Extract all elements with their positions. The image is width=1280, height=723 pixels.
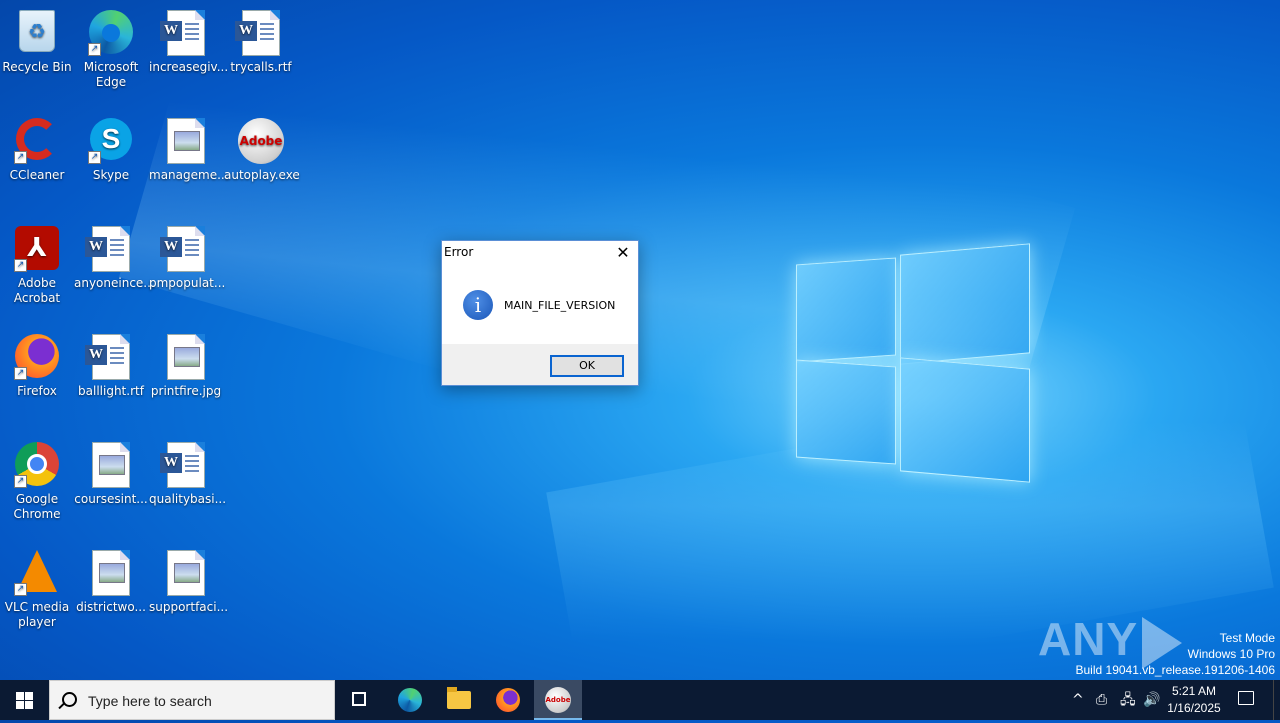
icon-label: manageme... <box>149 168 229 182</box>
ok-button[interactable]: OK <box>550 355 624 377</box>
icon-label: increasegiv... <box>149 60 229 74</box>
icon-label: Skype <box>92 168 130 182</box>
desktop-icon-autoplay[interactable]: Adobe autoplay.exe <box>224 114 300 183</box>
image-file-icon <box>167 550 205 596</box>
search-placeholder: Type here to search <box>88 693 212 709</box>
desktop-icon-file[interactable]: districtwo... <box>74 546 148 615</box>
desktop-icon-firefox[interactable]: ↗ Firefox <box>0 330 74 399</box>
icon-label: Google Chrome <box>13 492 61 521</box>
windows-icon <box>16 692 24 700</box>
icon-label: districtwo... <box>76 600 146 614</box>
dialog-message: MAIN_FILE_VERSION <box>504 299 616 312</box>
word-document-icon: W <box>235 10 280 56</box>
taskbar-adobe-autoplay[interactable]: Adobe <box>534 680 582 720</box>
icon-label: Adobe Acrobat <box>13 276 61 305</box>
adobe-icon: Adobe <box>238 118 284 164</box>
search-icon <box>62 692 77 707</box>
icon-label: qualitybasi... <box>149 492 227 506</box>
desktop-icon-file[interactable]: W anyoneince... <box>74 222 155 291</box>
icon-label: CCleaner <box>9 168 65 182</box>
build-line: Build 19041.vb_release.191206-1406 <box>1075 663 1276 677</box>
folder-icon <box>447 687 471 709</box>
desktop-icon-skype[interactable]: S ↗ Skype <box>74 114 148 183</box>
task-view-button[interactable] <box>336 680 384 720</box>
taskbar-edge[interactable] <box>386 680 434 720</box>
close-icon[interactable]: ✕ <box>608 241 638 265</box>
word-document-icon: W <box>85 226 130 272</box>
desktop-icon-file[interactable]: printfire.jpg <box>149 330 223 399</box>
desktop-icon-ccleaner[interactable]: ↗ CCleaner <box>0 114 74 183</box>
edition-line: Windows 10 Pro <box>1187 647 1275 661</box>
network-icon[interactable]: 🖧 <box>1120 692 1136 708</box>
desktop-icon-file[interactable]: W increasegiv... <box>149 6 229 75</box>
start-button[interactable] <box>0 680 48 720</box>
desktop-icon-file[interactable]: manageme... <box>149 114 229 183</box>
desktop-icon-file[interactable]: W qualitybasi... <box>149 438 227 507</box>
icon-label: supportfaci... <box>149 600 229 614</box>
icon-label: Microsoft Edge <box>83 60 139 89</box>
error-dialog: Error ✕ i MAIN_FILE_VERSION OK <box>441 240 639 386</box>
clock-time: 5:21 AM <box>1171 684 1217 698</box>
icon-label: printfire.jpg <box>150 384 222 398</box>
taskbar-firefox[interactable] <box>484 680 532 720</box>
image-file-icon <box>92 442 130 488</box>
notification-icon[interactable] <box>1238 691 1254 705</box>
clock[interactable]: 5:21 AM 1/16/2025 <box>1164 683 1224 717</box>
image-file-icon <box>167 118 205 164</box>
search-box[interactable]: Type here to search <box>49 680 335 720</box>
clock-date: 1/16/2025 <box>1167 701 1221 715</box>
test-mode-watermark: Test Mode Windows 10 Pro Build 19041.vb_… <box>1076 630 1276 678</box>
image-file-icon <box>167 334 205 380</box>
desktop-icon-file[interactable]: W trycalls.rtf <box>224 6 298 75</box>
desktop-icon-file[interactable]: W pmpopulat... <box>149 222 226 291</box>
desktop-icon-file[interactable]: supportfaci... <box>149 546 229 615</box>
word-document-icon: W <box>85 334 130 380</box>
windows-logo-wallpaper <box>796 243 1030 483</box>
task-view-icon <box>352 692 366 706</box>
taskbar: Type here to search Adobe ^ ⎙ 🖧 🔊 5:21 A… <box>0 680 1280 720</box>
dialog-footer: OK <box>442 344 638 385</box>
desktop-icon-vlc[interactable]: ↗ VLC media player <box>0 546 74 630</box>
taskbar-file-explorer[interactable] <box>435 680 483 720</box>
image-file-icon <box>92 550 130 596</box>
desktop-icon-file[interactable]: coursesint... <box>74 438 148 507</box>
icon-label: Firefox <box>17 384 57 398</box>
icon-label: anyoneince... <box>74 276 155 290</box>
word-document-icon: W <box>160 10 205 56</box>
edge-icon <box>398 688 422 712</box>
test-mode-line: Test Mode <box>1219 631 1275 645</box>
icon-label: trycalls.rtf <box>230 60 292 74</box>
desktop-icon-google-chrome[interactable]: ↗ Google Chrome <box>0 438 74 522</box>
dialog-title: Error <box>444 245 474 259</box>
desktop-icon-recycle-bin[interactable]: ♻ Recycle Bin <box>0 6 74 75</box>
word-document-icon: W <box>160 442 205 488</box>
desktop-icon-file[interactable]: W balllight.rtf <box>74 330 148 399</box>
show-desktop-button[interactable] <box>1273 680 1280 720</box>
icon-label: Recycle Bin <box>2 60 72 74</box>
desktop-icon-adobe-acrobat[interactable]: ⅄ ↗ Adobe Acrobat <box>0 222 74 306</box>
info-icon: i <box>463 290 493 320</box>
icon-label: autoplay.exe <box>224 168 300 182</box>
icon-label: pmpopulat... <box>149 276 226 290</box>
chevron-up-icon[interactable]: ^ <box>1072 692 1084 708</box>
icon-label: balllight.rtf <box>78 384 144 398</box>
icon-label: VLC media player <box>4 600 70 629</box>
device-icon[interactable]: ⎙ <box>1096 692 1107 708</box>
recycle-bin-icon: ♻ <box>19 10 55 52</box>
adobe-icon: Adobe <box>545 687 571 713</box>
icon-label: coursesint... <box>74 492 148 506</box>
desktop-icon-microsoft-edge[interactable]: ↗ Microsoft Edge <box>74 6 148 90</box>
word-document-icon: W <box>160 226 205 272</box>
firefox-icon <box>496 688 520 712</box>
volume-icon[interactable]: 🔊 <box>1143 692 1160 708</box>
